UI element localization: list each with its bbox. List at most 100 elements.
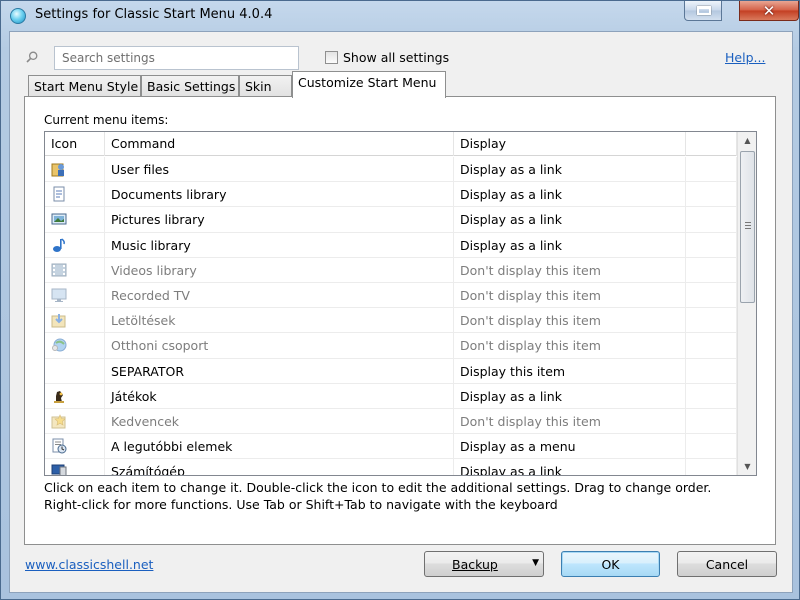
- row-command: Documents library: [105, 182, 454, 208]
- dialog-client-area: Show all settings Help... Start Menu Sty…: [9, 31, 793, 593]
- table-row[interactable]: Játékok Display as a link: [45, 383, 737, 409]
- list-rows: User files Display as a link Documents l…: [45, 157, 737, 475]
- tab-customize-start-menu[interactable]: Customize Start Menu: [292, 71, 446, 98]
- row-display: Display as a menu: [454, 434, 686, 460]
- table-row[interactable]: Otthoni csoport Don't display this item: [45, 333, 737, 359]
- scroll-up-arrow[interactable]: ▲: [738, 132, 756, 149]
- homegroup-icon: [52, 338, 67, 352]
- dropdown-arrow-icon: ▼: [532, 558, 539, 568]
- tab-start-menu-style[interactable]: Start Menu Style: [28, 75, 141, 97]
- restore-button[interactable]: [684, 1, 722, 21]
- tab-basic-settings[interactable]: Basic Settings: [141, 75, 239, 97]
- row-display: Don't display this item: [454, 333, 686, 359]
- row-display: Display as a link: [454, 157, 686, 182]
- scroll-down-arrow[interactable]: ▼: [738, 458, 756, 475]
- window-title: Settings for Classic Start Menu 4.0.4: [35, 7, 273, 22]
- row-command: Kedvencek: [105, 408, 454, 434]
- tab-label: Basic Settings: [147, 79, 236, 94]
- search-input[interactable]: [54, 46, 299, 70]
- backup-button[interactable]: Backup ▼: [424, 551, 544, 577]
- instructions-line-2: Right-click for more functions. Use Tab …: [44, 496, 558, 512]
- row-display: Don't display this item: [454, 308, 686, 334]
- row-extra-cell: [686, 157, 737, 182]
- help-link[interactable]: Help...: [725, 50, 765, 65]
- current-menu-items-label: Current menu items:: [44, 113, 169, 127]
- restore-icon: [697, 6, 711, 15]
- row-display: Display as a link: [454, 207, 686, 233]
- tab-label: Start Menu Style: [34, 79, 139, 94]
- table-row[interactable]: Letöltések Don't display this item: [45, 308, 737, 334]
- column-header-icon[interactable]: Icon: [45, 132, 105, 156]
- table-row[interactable]: Számítógép Display as a link: [45, 459, 737, 475]
- grip-icon: [745, 222, 751, 229]
- row-icon-cell: [45, 333, 105, 359]
- row-icon-cell: [45, 383, 105, 409]
- downloads-icon: [51, 314, 66, 328]
- title-bar[interactable]: Settings for Classic Start Menu 4.0.4 ✕: [1, 1, 800, 31]
- row-command: Játékok: [105, 383, 454, 409]
- tab-label: Customize Start Menu: [298, 75, 437, 90]
- row-extra-cell: [686, 257, 737, 283]
- row-display: Don't display this item: [454, 282, 686, 308]
- computer-icon: [51, 464, 67, 475]
- row-display: Display as a link: [454, 383, 686, 409]
- menu-items-list[interactable]: Icon Command Display User files Display …: [44, 131, 757, 476]
- row-icon-cell: [45, 207, 105, 233]
- column-header-empty: [686, 132, 737, 156]
- classicshell-website-link[interactable]: www.classicshell.net: [25, 557, 153, 572]
- table-row[interactable]: Music library Display as a link: [45, 232, 737, 258]
- tab-skin[interactable]: Skin: [239, 75, 292, 97]
- row-icon-cell: [45, 257, 105, 283]
- table-row[interactable]: Documents library Display as a link: [45, 182, 737, 208]
- row-extra-cell: [686, 182, 737, 208]
- recent-items-icon: [52, 438, 67, 454]
- table-row[interactable]: Pictures library Display as a link: [45, 207, 737, 233]
- row-icon-cell: [45, 232, 105, 258]
- row-extra-cell: [686, 333, 737, 359]
- table-row[interactable]: User files Display as a link: [45, 157, 737, 183]
- recorded-tv-icon: [51, 288, 67, 302]
- table-row[interactable]: A legutóbbi elemek Display as a menu: [45, 434, 737, 460]
- row-icon-cell: [45, 282, 105, 308]
- table-row[interactable]: Kedvencek Don't display this item: [45, 408, 737, 435]
- row-display: Don't display this item: [454, 408, 686, 434]
- row-command: User files: [105, 157, 454, 182]
- column-header-display[interactable]: Display: [454, 132, 686, 156]
- row-icon-cell: [45, 434, 105, 460]
- row-icon-cell: [45, 459, 105, 475]
- show-all-label[interactable]: Show all settings: [343, 50, 449, 65]
- row-display: Don't display this item: [454, 257, 686, 283]
- row-display: Display as a link: [454, 459, 686, 475]
- table-row[interactable]: SEPARATOR Display this item: [45, 358, 737, 384]
- row-command: Videos library: [105, 257, 454, 283]
- row-display: Display as a link: [454, 182, 686, 208]
- table-row[interactable]: Recorded TV Don't display this item: [45, 282, 737, 309]
- pictures-icon: [51, 213, 67, 225]
- column-header-command[interactable]: Command: [105, 132, 454, 156]
- scroll-thumb[interactable]: [740, 151, 755, 303]
- row-icon-cell: [45, 157, 105, 182]
- table-row[interactable]: Videos library Don't display this item: [45, 257, 737, 283]
- row-icon-cell: [45, 182, 105, 208]
- row-command: Pictures library: [105, 207, 454, 233]
- cancel-button[interactable]: Cancel: [677, 551, 777, 577]
- ok-button[interactable]: OK: [561, 551, 660, 577]
- row-extra-cell: [686, 383, 737, 409]
- row-extra-cell: [686, 408, 737, 434]
- favorites-icon: [51, 414, 66, 429]
- row-icon-cell: [45, 308, 105, 334]
- backup-label: Backup: [452, 557, 498, 572]
- show-all-checkbox[interactable]: [325, 51, 338, 64]
- list-header: Icon Command Display: [45, 132, 737, 156]
- row-display: Display as a link: [454, 232, 686, 258]
- instructions-line-1: Click on each item to change it. Double-…: [44, 480, 712, 495]
- row-extra-cell: [686, 434, 737, 460]
- row-extra-cell: [686, 308, 737, 334]
- vertical-scrollbar[interactable]: ▲ ▼: [737, 132, 756, 475]
- instructions-text: Click on each item to change it. Double-…: [44, 480, 711, 513]
- close-icon: ✕: [762, 2, 776, 20]
- search-icon: [26, 51, 38, 63]
- row-command: Otthoni csoport: [105, 333, 454, 359]
- row-command: Letöltések: [105, 308, 454, 334]
- close-button[interactable]: ✕: [739, 1, 799, 21]
